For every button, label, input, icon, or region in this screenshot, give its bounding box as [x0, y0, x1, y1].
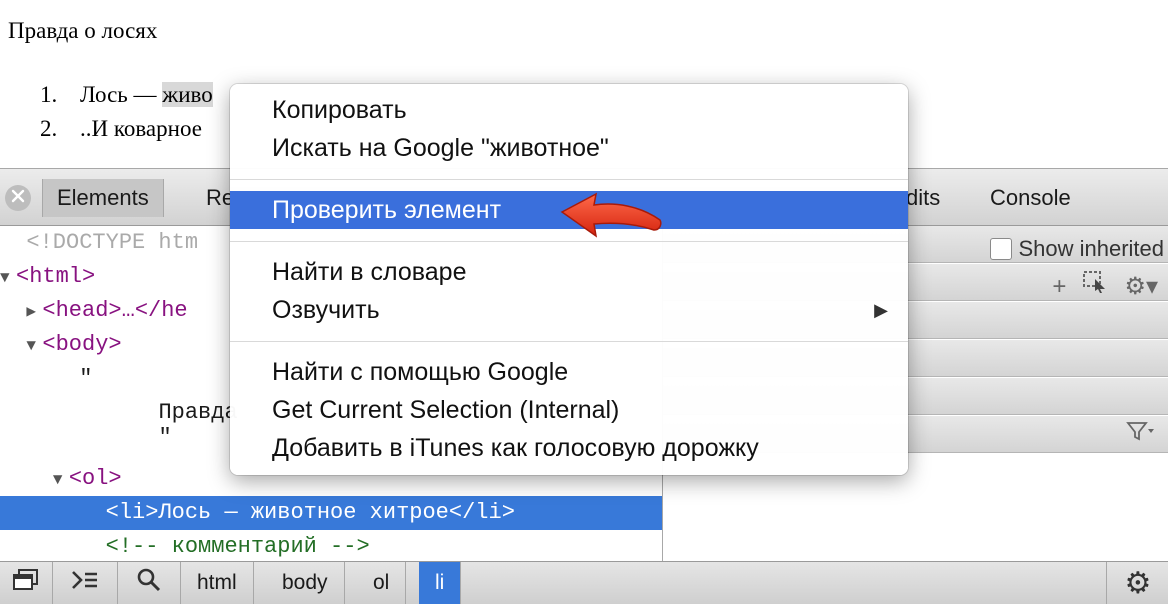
- add-icon[interactable]: +: [1052, 268, 1066, 305]
- list-text: ..И коварное: [80, 116, 202, 141]
- breadcrumb-body[interactable]: body: [266, 562, 345, 604]
- menu-item-search-google[interactable]: Искать на Google "животное": [230, 129, 908, 167]
- breadcrumb-html[interactable]: html: [181, 562, 254, 604]
- text-node-quote: ": [158, 425, 172, 450]
- list-text: Лось —: [80, 82, 163, 107]
- doctype-text: <!DOCTYPE htm: [26, 230, 199, 255]
- styles-pane-icons: + ⚙▾: [1052, 268, 1158, 305]
- filter-icon[interactable]: [1126, 416, 1156, 453]
- show-inherited-toggle[interactable]: Show inherited: [990, 230, 1164, 267]
- menu-separator: [230, 179, 908, 180]
- console-drawer-icon: [71, 570, 99, 596]
- show-inherited-label: Show inherited: [1018, 236, 1164, 261]
- search-icon: [137, 568, 161, 598]
- page-list: 1. Лось — живо 2. ..И коварное: [0, 78, 213, 146]
- close-icon: [11, 189, 25, 208]
- expanded-triangle-icon[interactable]: ▼: [0, 261, 16, 295]
- annotation-arrow-icon: [560, 192, 662, 238]
- body-tag: <body>: [42, 332, 122, 357]
- menu-item-add-to-itunes[interactable]: Добавить в iTunes как голосовую дорожку: [230, 429, 908, 467]
- dock-button[interactable]: [0, 562, 53, 604]
- breadcrumb-ol[interactable]: ol: [357, 562, 407, 604]
- selected-word: живо: [162, 82, 213, 107]
- tab-elements[interactable]: Elements: [42, 179, 164, 217]
- html-tag: <html>: [16, 264, 96, 289]
- text-node-quote: ": [79, 366, 93, 391]
- menu-item-copy[interactable]: Копировать: [230, 91, 908, 129]
- menu-separator: [230, 341, 908, 342]
- gear-icon[interactable]: ⚙▾: [1124, 268, 1158, 305]
- comment-text: <!-- комментарий -->: [105, 534, 370, 559]
- menu-item-speech[interactable]: Озвучить ▶: [230, 291, 908, 329]
- head-tag: <head>…</he: [42, 298, 188, 323]
- list-number: 1.: [40, 82, 58, 107]
- search-button[interactable]: [118, 562, 181, 604]
- list-item: 2. ..И коварное: [0, 112, 213, 146]
- li-tag: <li>Лось — животное хитрое</li>: [105, 500, 515, 525]
- context-menu: Копировать Искать на Google "животное" П…: [230, 84, 908, 475]
- console-drawer-button[interactable]: [53, 562, 118, 604]
- dock-icon: [13, 569, 39, 597]
- list-number: 2.: [40, 116, 58, 141]
- menu-item-look-up-dictionary[interactable]: Найти в словаре: [230, 253, 908, 291]
- ol-tag: <ol>: [68, 466, 122, 491]
- submenu-arrow-icon: ▶: [874, 300, 888, 320]
- menu-item-search-with-google[interactable]: Найти с помощью Google: [230, 353, 908, 391]
- expanded-triangle-icon[interactable]: ▼: [53, 463, 69, 497]
- dom-node-comment[interactable]: <!-- комментарий -->: [0, 530, 662, 561]
- expanded-triangle-icon[interactable]: ▼: [26, 329, 42, 363]
- collapsed-triangle-icon[interactable]: ▶: [26, 295, 42, 329]
- show-inherited-checkbox[interactable]: [990, 237, 1013, 260]
- menu-item-speech-label: Озвучить: [272, 296, 380, 324]
- breadcrumb-li[interactable]: li: [419, 562, 462, 604]
- close-devtools-button[interactable]: [5, 185, 31, 211]
- page-heading: Правда о лосях: [8, 18, 158, 43]
- tab-console[interactable]: Console: [976, 179, 1085, 217]
- devtools-status-bar: html body ol li ⚙: [0, 561, 1168, 604]
- dom-node-li-selected[interactable]: <li>Лось — животное хитрое</li>: [0, 496, 662, 530]
- gear-icon: ⚙: [1124, 566, 1152, 600]
- list-item: 1. Лось — живо: [0, 78, 213, 112]
- menu-item-get-current-selection[interactable]: Get Current Selection (Internal): [230, 391, 908, 429]
- settings-button[interactable]: ⚙: [1106, 562, 1168, 604]
- element-state-icon[interactable]: [1082, 268, 1108, 305]
